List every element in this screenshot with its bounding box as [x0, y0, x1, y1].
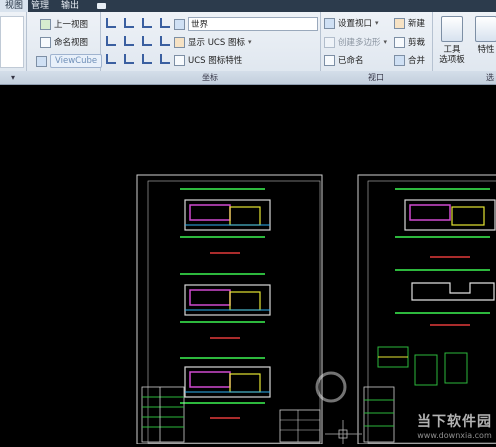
clip-viewport-button[interactable]: 剪裁	[394, 36, 425, 48]
ucs-face-icon[interactable]	[140, 16, 154, 30]
clip-viewport-label: 剪裁	[408, 38, 426, 48]
world-dropdown[interactable]: 世界	[174, 17, 318, 31]
ucs-world-icon[interactable]	[158, 52, 172, 66]
ucs-view-icon[interactable]	[104, 34, 118, 48]
new-viewport-label: 新建	[408, 19, 426, 29]
prev-view-label: 上一视图	[54, 20, 89, 30]
tab-manage[interactable]: 管理	[26, 0, 54, 12]
join-icon	[394, 54, 405, 66]
ribbon: ▾ 上一视图 命名视图 ViewCube 世界 显示 UCS 图标 ▾ UCS …	[0, 12, 496, 85]
watermark-title: 当下软件园	[417, 414, 492, 430]
panel-coordinates-title: 坐标	[100, 71, 320, 84]
tool-palettes-label-1: 工具	[443, 45, 461, 55]
drawing-svg	[136, 174, 496, 445]
new-viewport-button[interactable]: 新建	[394, 17, 425, 29]
watermark: 当下软件园 www.downxia.com	[417, 411, 492, 440]
tab-view[interactable]: 视图	[0, 0, 29, 12]
set-viewport-label: 设置视口	[338, 19, 373, 29]
ucs-y-icon[interactable]	[140, 34, 154, 48]
ucs-x-icon[interactable]	[122, 34, 136, 48]
named-views-icon	[40, 36, 51, 48]
ucs-z-icon[interactable]	[158, 34, 172, 48]
named-views-label: 命名视图	[54, 38, 89, 48]
ucs-props-icon	[174, 54, 185, 66]
panel-left-title: ▾	[0, 71, 26, 84]
properties-label: 特性	[477, 45, 495, 55]
ucs-origin-icon[interactable]	[122, 16, 136, 30]
panel-coordinates: 世界 显示 UCS 图标 ▾ UCS 图标特性 坐标	[100, 12, 321, 84]
panel-viewport: 设置视口 ▾ 创建多边形 ▾ 已命名 新建 剪裁 合并 视口	[320, 12, 433, 84]
ucs-icon-props-label: UCS 图标特性	[188, 56, 243, 66]
chevron-down-icon: ▾	[383, 38, 388, 46]
ucs-zaxis-icon[interactable]	[122, 52, 136, 66]
panel-views: 上一视图 命名视图 ViewCube	[26, 12, 103, 84]
polygon-icon	[324, 36, 335, 48]
tool-palettes-icon	[441, 16, 463, 42]
ucs-icons-row-1	[104, 16, 173, 30]
viewcube-icon	[36, 55, 47, 67]
watermark-url: www.downxia.com	[417, 431, 492, 440]
tab-extra-icon[interactable]	[92, 0, 111, 12]
panel-left-stub: ▾	[0, 12, 27, 84]
chevron-down-icon: ▾	[247, 38, 252, 46]
tool-palettes-button[interactable]: 工具 选项板	[434, 16, 470, 65]
set-viewport-button[interactable]: 设置视口 ▾	[324, 17, 379, 29]
globe-icon	[174, 18, 185, 30]
world-label: 世界	[188, 17, 318, 31]
viewcube-label: ViewCube	[50, 54, 103, 68]
properties-button[interactable]: 特性	[468, 16, 496, 55]
join-viewport-button[interactable]: 合并	[394, 54, 425, 66]
tool-palettes-label-2: 选项板	[439, 55, 465, 65]
new-viewport-icon	[394, 17, 405, 29]
panel-palettes-title: 选	[432, 71, 496, 84]
layout-sheet-1[interactable]	[136, 174, 323, 445]
panel-viewport-title: 视口	[320, 71, 432, 84]
tab-output[interactable]: 输出	[56, 0, 84, 12]
prev-view-button[interactable]: 上一视图	[40, 18, 88, 30]
video-icon	[97, 2, 106, 9]
drawing-canvas[interactable]: 当下软件园 www.downxia.com	[0, 85, 496, 445]
prev-view-icon	[40, 18, 51, 30]
ucs-object-icon[interactable]	[158, 16, 172, 30]
panel-palettes: 工具 选项板 特性 选	[432, 12, 496, 84]
chevron-down-icon: ▾	[375, 19, 379, 27]
ucs-prev-icon[interactable]	[140, 52, 154, 66]
panel-views-title	[26, 71, 100, 84]
ucs-icon-props-button[interactable]: UCS 图标特性	[174, 54, 242, 66]
ucs-icons-row-2	[104, 34, 173, 48]
named-views-button[interactable]: 命名视图	[40, 36, 88, 48]
ucs-icons-row-3	[104, 52, 173, 66]
preview-box	[0, 16, 24, 68]
create-polygonal-label: 创建多边形	[338, 38, 381, 48]
create-polygonal-button[interactable]: 创建多边形 ▾	[324, 36, 387, 48]
ucs-3point-icon[interactable]	[104, 52, 118, 66]
viewcube-toggle[interactable]: ViewCube	[36, 54, 103, 68]
properties-icon	[475, 16, 496, 42]
join-viewport-label: 合并	[408, 56, 426, 66]
ucs-icon[interactable]	[104, 16, 118, 30]
ribbon-tab-bar: 视图 管理 输出	[0, 0, 496, 12]
named-viewports-button[interactable]: 已命名	[324, 54, 364, 66]
layout-sheet-2[interactable]	[357, 174, 496, 445]
viewport-icon	[324, 17, 335, 29]
named-viewport-icon	[324, 54, 335, 66]
ucs-display-icon	[174, 36, 185, 48]
crosshair-cursor	[325, 420, 362, 444]
show-ucs-icon-button[interactable]: 显示 UCS 图标 ▾	[174, 36, 251, 48]
show-ucs-icon-label: 显示 UCS 图标	[188, 38, 245, 48]
clip-icon	[394, 36, 405, 48]
named-viewports-label: 已命名	[338, 56, 364, 66]
